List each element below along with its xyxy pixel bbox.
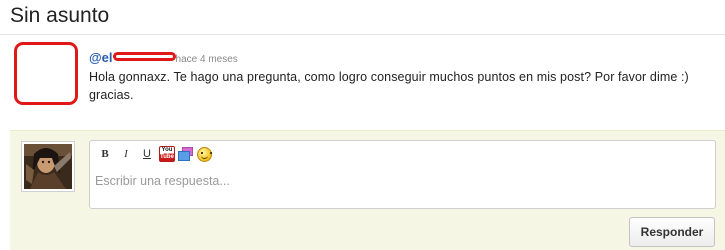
message-body: Hola gonnaxz. Te hago una pregunta, como…	[89, 70, 689, 102]
youtube-icon[interactable]: You Tube	[159, 146, 175, 162]
message-header: @el hace 4 meses	[89, 50, 238, 66]
reply-editor: B I U You Tube	[89, 140, 716, 209]
youtube-icon-top-text: You	[161, 147, 173, 153]
italic-button[interactable]: I	[117, 146, 135, 163]
reply-submit-button[interactable]: Responder	[629, 217, 715, 247]
youtube-icon-bottom-text: Tube	[160, 154, 174, 160]
author-name-redaction	[112, 52, 176, 61]
reply-input[interactable]	[91, 166, 714, 207]
message-author-link[interactable]: @el	[89, 50, 113, 65]
underline-button[interactable]: U	[138, 146, 156, 163]
bold-button[interactable]: B	[96, 146, 114, 163]
smiley-icon[interactable]	[197, 146, 212, 162]
image-icon[interactable]	[178, 146, 194, 162]
page-title: Sin asunto	[10, 4, 110, 27]
message-timestamp: hace 4 meses	[175, 54, 238, 65]
title-divider	[0, 34, 725, 35]
avatar-image	[24, 144, 72, 189]
editor-toolbar: B I U You Tube	[96, 144, 212, 164]
reply-section: B I U You Tube Responder	[10, 130, 725, 250]
current-user-avatar	[21, 141, 75, 192]
author-avatar-redacted	[14, 42, 78, 105]
